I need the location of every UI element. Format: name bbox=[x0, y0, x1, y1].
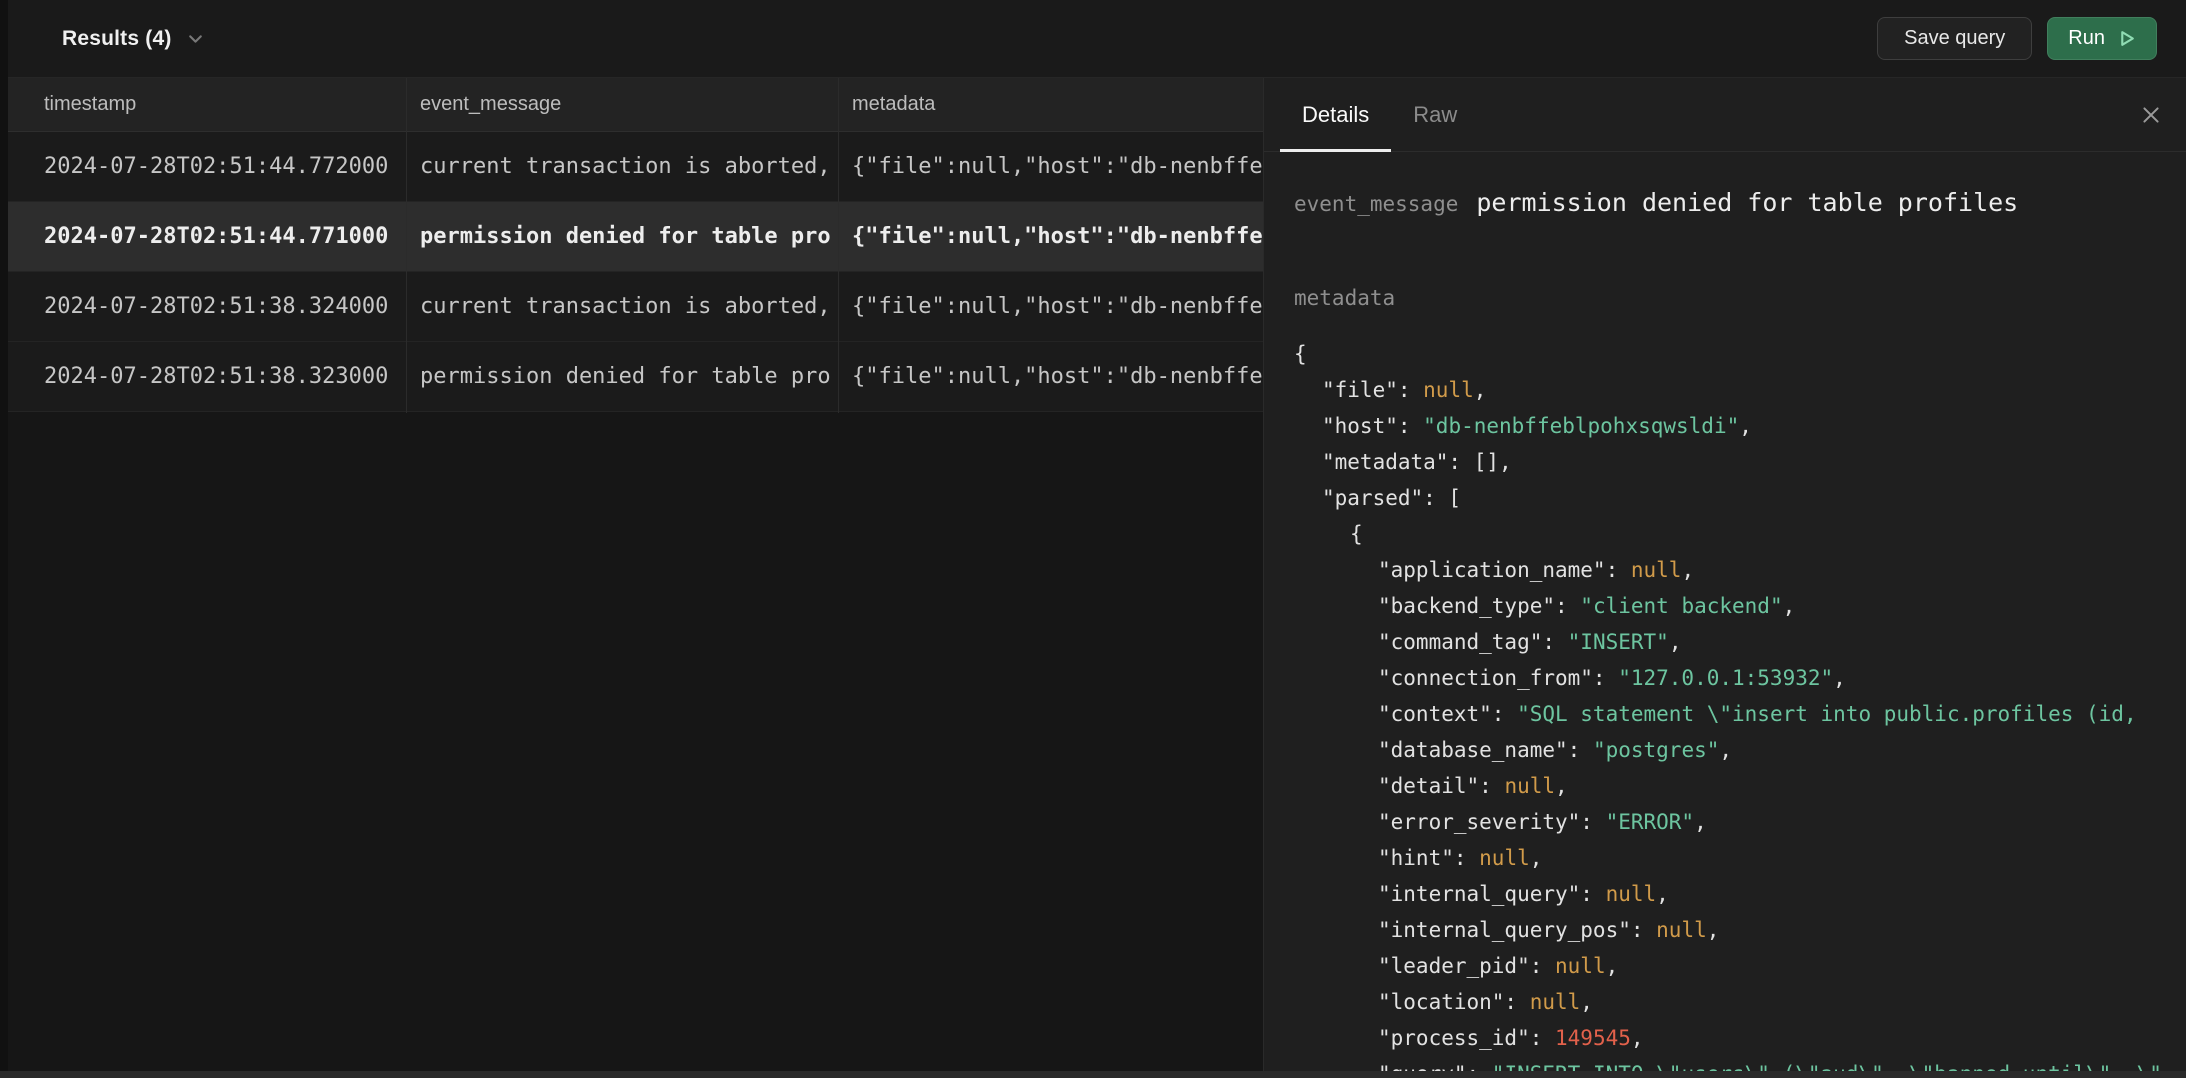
cell-metadata: {"file":null,"host":"db-nenbffe bbox=[838, 272, 1264, 341]
column-header-timestamp: timestamp bbox=[0, 78, 406, 131]
cell-timestamp: 2024-07-28T02:51:44.772000 bbox=[0, 132, 406, 201]
cell-metadata: {"file":null,"host":"db-nenbffe bbox=[838, 132, 1264, 201]
json-line: { bbox=[1294, 336, 2186, 372]
json-line: "hint": null, bbox=[1294, 840, 2186, 876]
column-divider bbox=[406, 78, 407, 413]
json-line: "location": null, bbox=[1294, 984, 2186, 1020]
horizontal-scrollbar[interactable] bbox=[0, 1071, 2186, 1078]
event-message-field: event_message permission denied for tabl… bbox=[1294, 188, 2018, 217]
results-toolbar: Results (4) Save query Run bbox=[0, 0, 2186, 78]
cell-metadata: {"file":null,"host":"db-nenbffe bbox=[838, 202, 1264, 271]
table-row[interactable]: 2024-07-28T02:51:38.323000permission den… bbox=[0, 342, 1263, 412]
cell-event_message: current transaction is aborted, bbox=[406, 132, 838, 201]
table-row[interactable]: 2024-07-28T02:51:38.324000current transa… bbox=[0, 272, 1263, 342]
tab-raw[interactable]: Raw bbox=[1391, 78, 1479, 151]
table-row[interactable]: 2024-07-28T02:51:44.772000current transa… bbox=[0, 132, 1263, 202]
tab-details[interactable]: Details bbox=[1280, 78, 1391, 151]
json-line: "database_name": "postgres", bbox=[1294, 732, 2186, 768]
json-line: { bbox=[1294, 516, 2186, 552]
table-row[interactable]: 2024-07-28T02:51:44.771000permission den… bbox=[0, 202, 1263, 272]
cell-timestamp: 2024-07-28T02:51:44.771000 bbox=[0, 202, 406, 271]
event-message-label: event_message bbox=[1294, 192, 1458, 216]
cell-event_message: permission denied for table pro bbox=[406, 342, 838, 411]
toolbar-actions: Save query Run bbox=[1877, 17, 2157, 60]
run-button-label: Run bbox=[2068, 27, 2105, 50]
json-line: "process_id": 149545, bbox=[1294, 1020, 2186, 1056]
run-button[interactable]: Run bbox=[2047, 17, 2157, 60]
json-line: "application_name": null, bbox=[1294, 552, 2186, 588]
json-line: "file": null, bbox=[1294, 372, 2186, 408]
json-line: "parsed": [ bbox=[1294, 480, 2186, 516]
json-line: "internal_query_pos": null, bbox=[1294, 912, 2186, 948]
table-header-row: timestampevent_messagemetadata bbox=[0, 78, 1263, 132]
results-table: timestampevent_messagemetadata 2024-07-2… bbox=[0, 78, 1264, 1078]
metadata-label: metadata bbox=[1294, 286, 1395, 310]
results-count-label: Results (4) bbox=[62, 27, 172, 51]
logs-explorer-window: Results (4) Save query Run timestampeven… bbox=[0, 0, 2186, 1078]
json-line: "metadata": [], bbox=[1294, 444, 2186, 480]
json-line: "host": "db-nenbffeblpohxsqwsldi", bbox=[1294, 408, 2186, 444]
json-line: "leader_pid": null, bbox=[1294, 948, 2186, 984]
close-icon bbox=[2140, 104, 2162, 126]
json-line: "command_tag": "INSERT", bbox=[1294, 624, 2186, 660]
save-query-button[interactable]: Save query bbox=[1877, 17, 2032, 60]
left-edge-divider bbox=[0, 0, 8, 1078]
cell-metadata: {"file":null,"host":"db-nenbffe bbox=[838, 342, 1264, 411]
details-panel: Details Raw event_message permission den… bbox=[1264, 78, 2186, 1078]
column-header-event_message: event_message bbox=[406, 78, 838, 131]
column-header-metadata: metadata bbox=[838, 78, 1264, 131]
close-panel-button[interactable] bbox=[2140, 104, 2162, 126]
json-line: "error_severity": "ERROR", bbox=[1294, 804, 2186, 840]
json-line: "internal_query": null, bbox=[1294, 876, 2186, 912]
column-divider bbox=[838, 78, 839, 413]
cell-event_message: permission denied for table pro bbox=[406, 202, 838, 271]
content-area: timestampevent_messagemetadata 2024-07-2… bbox=[0, 78, 2186, 1078]
chevron-down-icon bbox=[186, 29, 205, 48]
json-line: "detail": null, bbox=[1294, 768, 2186, 804]
cell-event_message: current transaction is aborted, bbox=[406, 272, 838, 341]
json-line: "backend_type": "client backend", bbox=[1294, 588, 2186, 624]
metadata-json-viewer: {"file": null,"host": "db-nenbffeblpohxs… bbox=[1294, 336, 2186, 1078]
cell-timestamp: 2024-07-28T02:51:38.324000 bbox=[0, 272, 406, 341]
json-line: "connection_from": "127.0.0.1:53932", bbox=[1294, 660, 2186, 696]
event-message-value: permission denied for table profiles bbox=[1476, 188, 2018, 217]
json-line: "context": "SQL statement \"insert into … bbox=[1294, 696, 2186, 732]
results-dropdown[interactable]: Results (4) bbox=[62, 27, 205, 51]
play-icon bbox=[2117, 29, 2136, 48]
table-body: 2024-07-28T02:51:44.772000current transa… bbox=[0, 132, 1263, 412]
cell-timestamp: 2024-07-28T02:51:38.323000 bbox=[0, 342, 406, 411]
details-panel-tabs: Details Raw bbox=[1264, 78, 2186, 152]
